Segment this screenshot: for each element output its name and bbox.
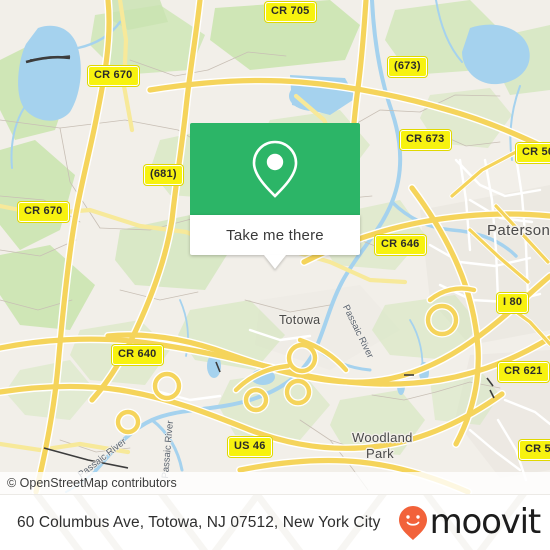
road-shield-cr-705[interactable]: CR 705	[265, 2, 316, 22]
road-shield-673[interactable]: (673)	[388, 57, 427, 77]
road-shield-cr-621[interactable]: CR 621	[498, 362, 549, 382]
road-shield-cr-640[interactable]: CR 640	[112, 345, 163, 365]
moovit-logo[interactable]: moovit	[398, 502, 542, 542]
road-shield-us-46[interactable]: US 46	[228, 437, 272, 457]
moovit-wordmark: moovit	[429, 502, 542, 542]
map-pin-icon	[252, 140, 298, 198]
map-attribution: © OpenStreetMap contributors	[0, 472, 550, 494]
callout-icon-panel	[190, 123, 360, 215]
take-me-there-label: Take me there	[226, 226, 324, 244]
destination-callout[interactable]: Take me there	[190, 123, 360, 269]
take-me-there-button[interactable]: Take me there	[190, 215, 360, 255]
road-shield-681[interactable]: (681)	[144, 165, 183, 185]
attribution-text: © OpenStreetMap contributors	[7, 476, 177, 490]
callout-pointer	[264, 255, 286, 269]
road-shield-cr-646[interactable]: CR 646	[375, 235, 426, 255]
footer-bar: 60 Columbus Ave, Totowa, NJ 07512, New Y…	[0, 494, 550, 550]
road-shield-cr-670[interactable]: CR 670	[88, 66, 139, 86]
road-shield-cr-670-b[interactable]: CR 670	[18, 202, 69, 222]
road-shield-cr-673[interactable]: CR 673	[400, 130, 451, 150]
map-screenshot: .park{fill:#cfe6b6;} .park2{fill:#d9ead0…	[0, 0, 550, 550]
moovit-pin-icon	[398, 506, 427, 540]
road-shield-cr-50-a[interactable]: CR 50	[516, 143, 550, 163]
address-label: 60 Columbus Ave, Totowa, NJ 07512, New Y…	[17, 514, 381, 531]
road-shield-cr-50-b[interactable]: CR 50	[519, 440, 550, 460]
road-shield-i-80[interactable]: I 80	[497, 293, 529, 313]
